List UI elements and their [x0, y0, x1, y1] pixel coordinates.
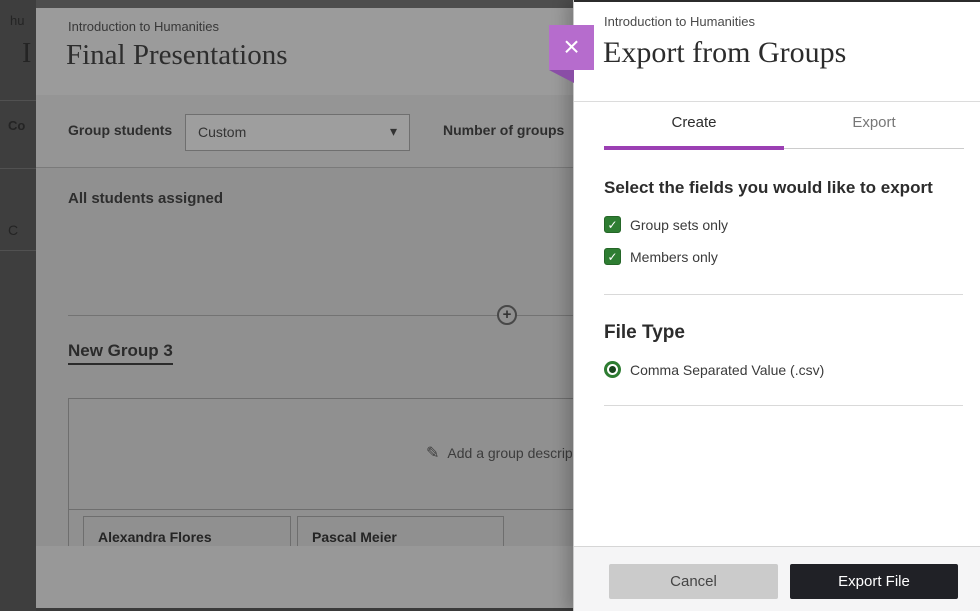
- checkbox-checked-icon[interactable]: ✓: [604, 216, 621, 233]
- tab-create[interactable]: Create: [604, 114, 784, 131]
- page-title: Final Presentations: [66, 39, 288, 72]
- divider: [574, 101, 980, 102]
- panel-footer: Cancel Export File: [574, 546, 980, 611]
- divider: [0, 100, 36, 101]
- radio-selected-icon[interactable]: [604, 361, 621, 378]
- panel-breadcrumb: Introduction to Humanities: [604, 14, 755, 29]
- member-name: Alexandra Flores: [98, 529, 212, 545]
- panel-top-edge: [574, 0, 980, 2]
- page-stack-strip: hu I Co C: [0, 0, 36, 611]
- add-group-button[interactable]: +: [497, 305, 517, 325]
- status-text: All students assigned: [68, 190, 223, 207]
- add-description-label: Add a group description: [447, 445, 573, 461]
- panel-title: Export from Groups: [603, 36, 846, 70]
- group-settings-toolbar: Group students Custom ▾ Number of groups: [36, 95, 573, 168]
- close-icon: ×: [563, 31, 579, 62]
- checkbox-label: Members only: [630, 249, 718, 265]
- member-name: Pascal Meier: [312, 529, 397, 545]
- file-type-heading: File Type: [604, 322, 685, 344]
- breadcrumb[interactable]: Introduction to Humanities: [68, 19, 219, 34]
- export-from-groups-panel: × Introduction to Humanities Export from…: [573, 0, 980, 611]
- group-name-heading[interactable]: New Group 3: [68, 341, 173, 365]
- fields-section-heading: Select the fields you would like to expo…: [604, 178, 964, 198]
- dropdown-selected-value: Custom: [198, 124, 246, 140]
- groups-page-dimmed: Introduction to Humanities Final Present…: [36, 0, 573, 611]
- radio-label: Comma Separated Value (.csv): [630, 362, 824, 378]
- checkbox-label: Group sets only: [630, 217, 728, 233]
- add-group-description-button[interactable]: ✎ Add a group description: [426, 443, 573, 463]
- stack-breadcrumb-fragment: hu: [10, 13, 24, 28]
- tab-export[interactable]: Export: [784, 114, 964, 131]
- group-students-dropdown[interactable]: Custom ▾: [185, 114, 410, 151]
- divider: [0, 168, 36, 169]
- stack-nav-fragment-2: C: [8, 222, 18, 238]
- page-top-edge: [36, 0, 573, 8]
- stack-nav-fragment-1: Co: [8, 118, 25, 133]
- screen: hu I Co C Introduction to Humanities Fin…: [0, 0, 980, 611]
- divider: [604, 405, 963, 406]
- active-tab-indicator: [604, 146, 784, 150]
- export-file-button[interactable]: Export File: [790, 564, 958, 599]
- divider: [784, 148, 964, 149]
- pencil-icon: ✎: [426, 445, 439, 462]
- divider: [0, 250, 36, 251]
- group-students-label: Group students: [68, 122, 172, 138]
- divider: [69, 509, 573, 510]
- stack-title-fragment: I: [22, 38, 31, 70]
- page-header: Introduction to Humanities Final Present…: [36, 8, 573, 95]
- number-of-groups-label: Number of groups: [443, 122, 564, 138]
- close-button[interactable]: ×: [549, 25, 594, 70]
- cancel-button[interactable]: Cancel: [609, 564, 778, 599]
- checkbox-checked-icon[interactable]: ✓: [604, 248, 621, 265]
- chevron-down-icon: ▾: [390, 123, 397, 140]
- divider: [604, 294, 963, 295]
- page-bottom-area: [36, 546, 573, 608]
